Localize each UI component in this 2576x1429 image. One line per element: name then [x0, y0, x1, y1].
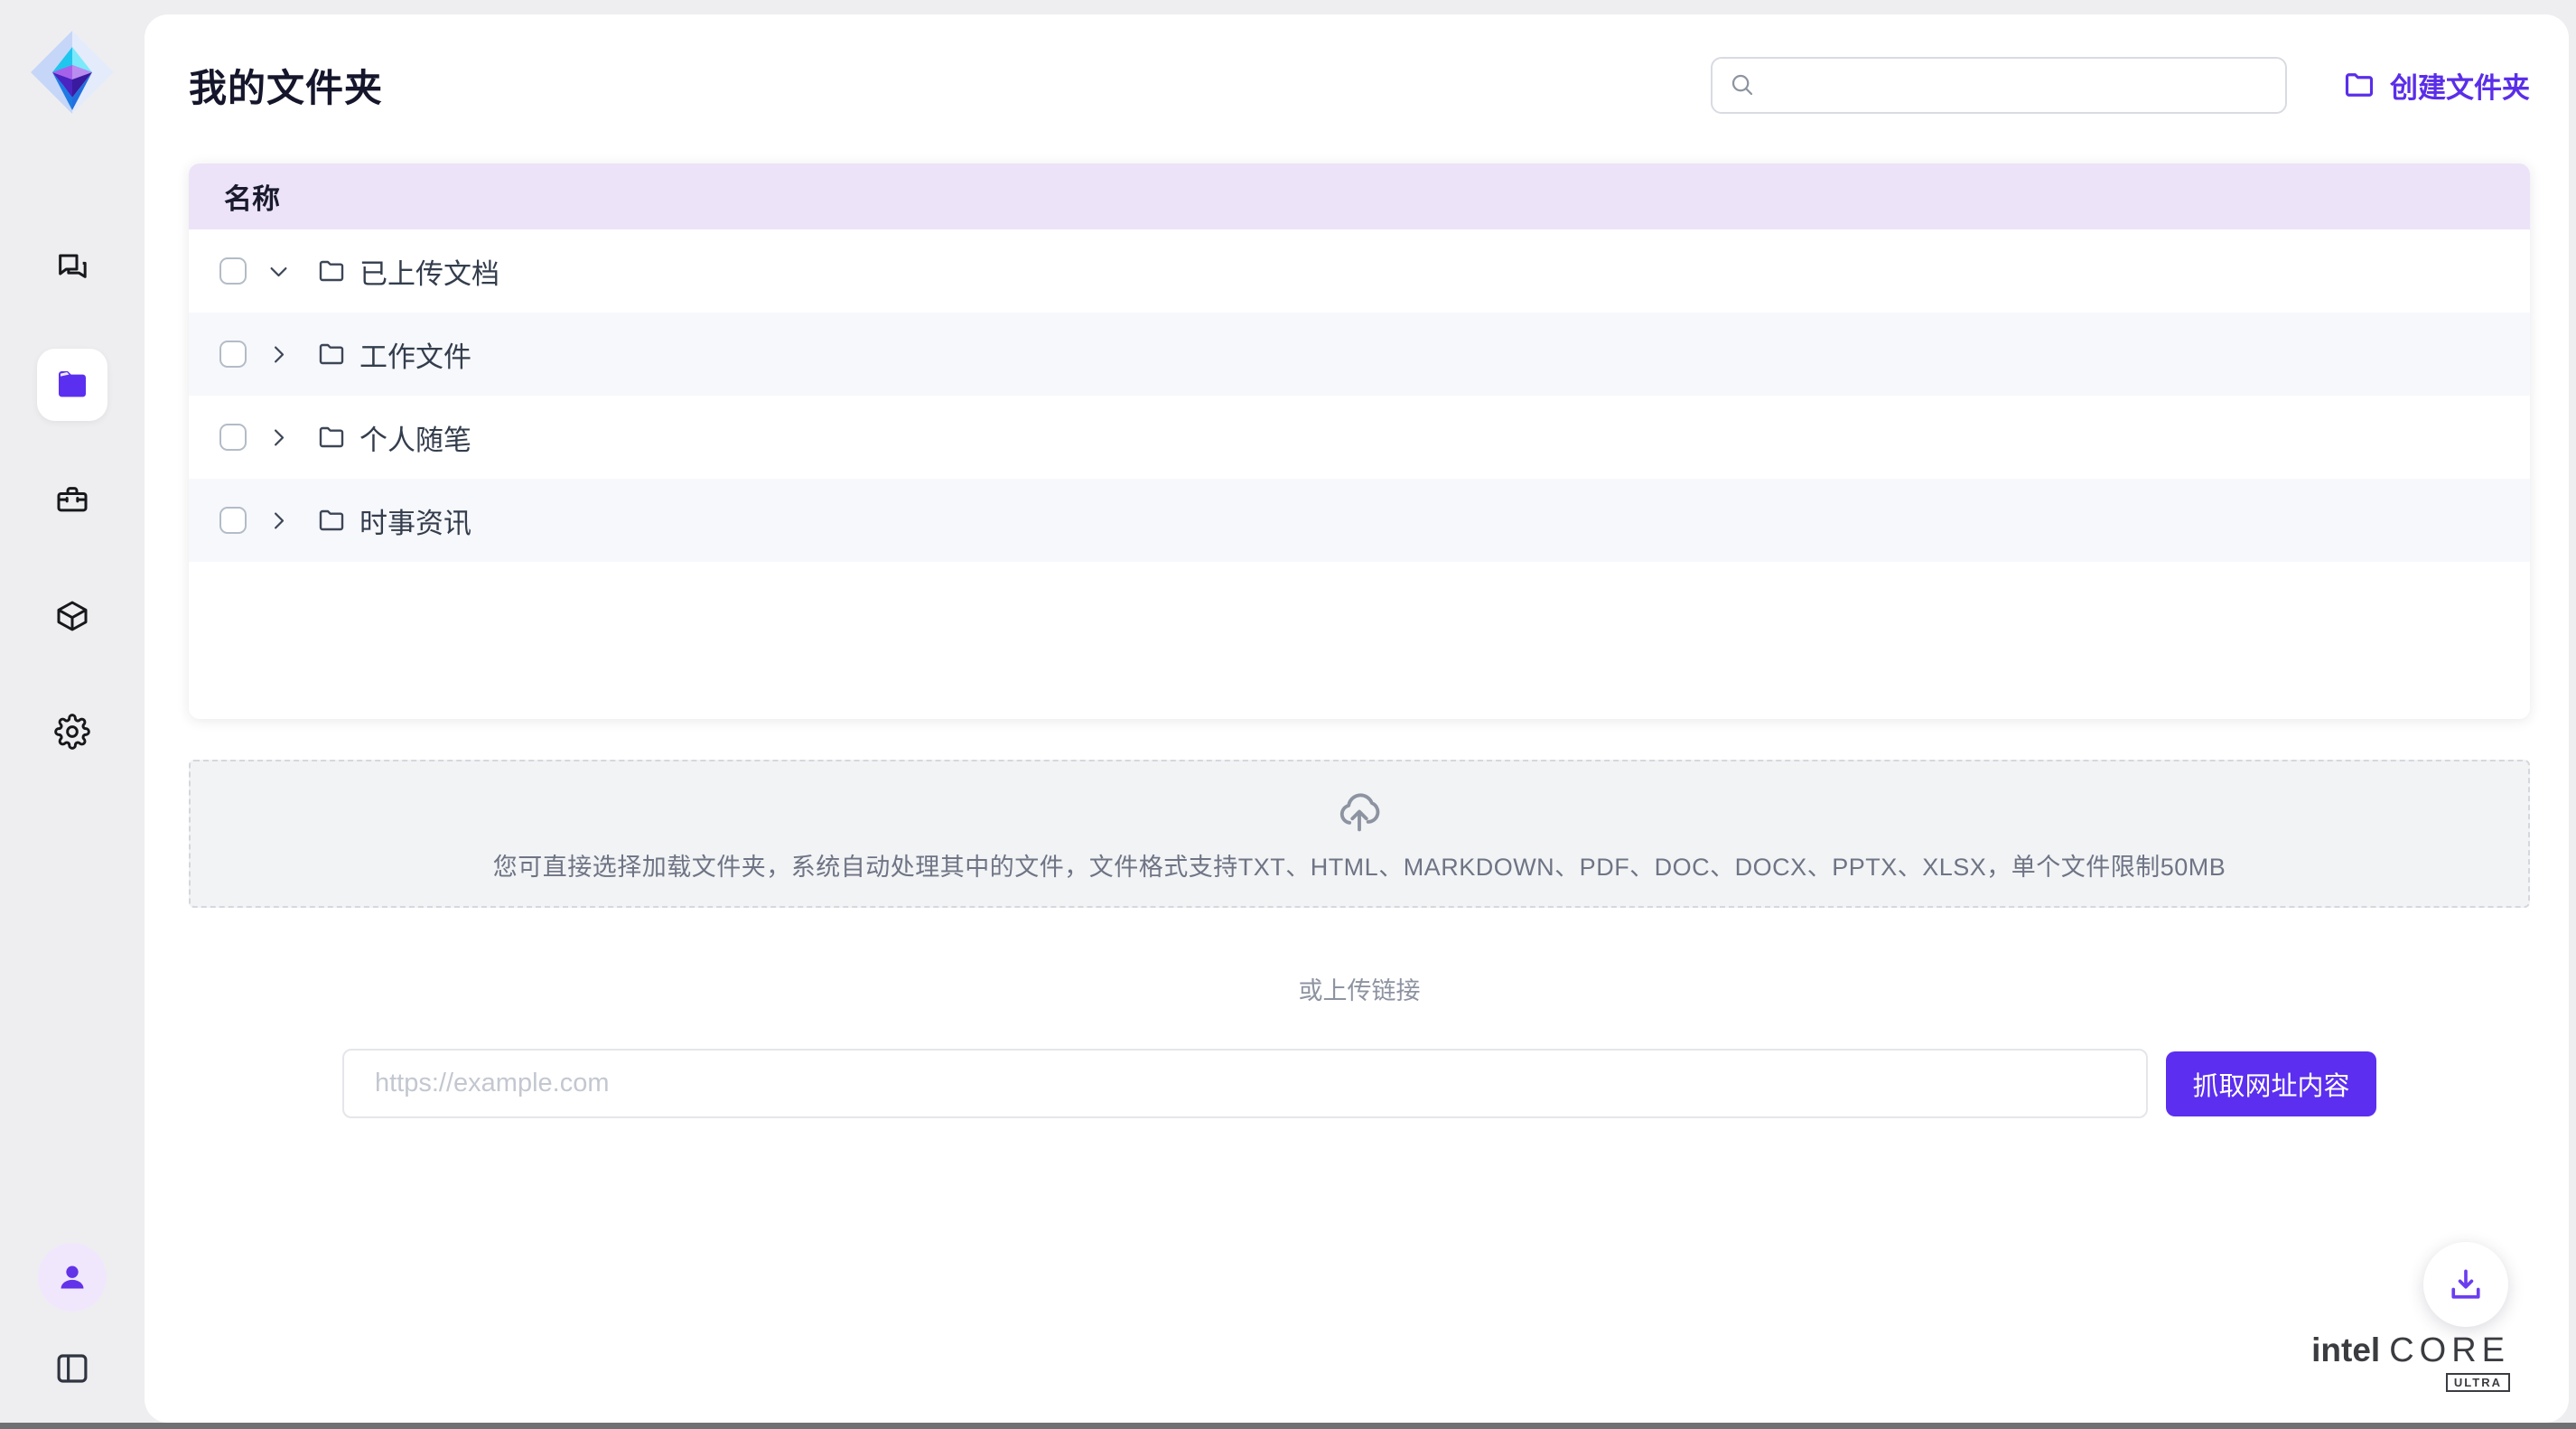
table-header-row: 名称	[189, 163, 2530, 229]
sidebar-item-toolbox[interactable]	[37, 464, 107, 537]
create-folder-label: 创建文件夹	[2390, 65, 2530, 106]
chevron-down-icon[interactable]	[266, 259, 291, 284]
search-box[interactable]	[1711, 57, 2287, 114]
table-row[interactable]: 工作文件	[189, 313, 2530, 396]
fetch-url-button[interactable]: 抓取网址内容	[2166, 1051, 2376, 1116]
user-avatar[interactable]	[38, 1243, 107, 1312]
intel-wordmark: intel	[2311, 1331, 2380, 1369]
sidebar-item-models[interactable]	[37, 580, 107, 652]
person-icon	[54, 1259, 90, 1295]
page-header: 我的文件夹 创建文件夹	[189, 56, 2530, 114]
folder-icon	[317, 340, 346, 369]
intel-core-ultra-logo: intel CORE ULTRA	[2311, 1331, 2510, 1370]
search-input[interactable]	[1767, 59, 2269, 112]
folder-table: 名称 已上传文档 工作文件	[189, 163, 2530, 719]
sidebar-collapse-toggle[interactable]	[53, 1350, 91, 1387]
folder-name-label: 个人随笔	[359, 417, 471, 458]
toolbox-icon	[54, 482, 90, 518]
ultra-badge: ULTRA	[2446, 1373, 2510, 1392]
sidebar-item-folders[interactable]	[37, 349, 107, 421]
table-row[interactable]: 已上传文档	[189, 229, 2530, 313]
table-row[interactable]: 时事资讯	[189, 479, 2530, 562]
url-upload-row: 抓取网址内容	[189, 1049, 2530, 1118]
panel-toggle-icon	[53, 1350, 91, 1387]
search-icon	[1729, 71, 1756, 98]
folder-plus-icon	[2343, 69, 2375, 101]
gear-icon	[54, 714, 90, 750]
core-wordmark: CORE	[2389, 1331, 2510, 1370]
app-logo-icon	[27, 27, 117, 117]
chevron-right-icon[interactable]	[266, 509, 291, 533]
table-body: 已上传文档 工作文件 个人随笔	[189, 229, 2530, 562]
folder-icon	[54, 367, 90, 403]
create-folder-button[interactable]: 创建文件夹	[2343, 65, 2530, 106]
chevron-right-icon[interactable]	[266, 342, 291, 367]
cloud-upload-icon	[1333, 786, 1386, 838]
folder-name-label: 已上传文档	[359, 251, 499, 292]
table-row[interactable]: 个人随笔	[189, 396, 2530, 479]
chevron-right-icon[interactable]	[266, 425, 291, 450]
upload-hint-text: 您可直接选择加载文件夹，系统自动处理其中的文件，文件格式支持TXT、HTML、M…	[493, 847, 2226, 883]
folder-name-label: 工作文件	[359, 334, 471, 375]
sidebar	[0, 0, 145, 1429]
cube-icon	[54, 598, 90, 634]
row-checkbox[interactable]	[219, 341, 247, 368]
folder-name-label: 时事资讯	[359, 500, 471, 541]
page-title: 我的文件夹	[189, 58, 383, 113]
column-header-name: 名称	[224, 176, 280, 217]
main-panel: 我的文件夹 创建文件夹 名称	[145, 14, 2569, 1423]
download-icon	[2446, 1265, 2486, 1304]
url-input[interactable]	[342, 1049, 2148, 1118]
sidebar-item-settings[interactable]	[37, 696, 107, 768]
row-checkbox[interactable]	[219, 424, 247, 451]
chat-icon	[54, 251, 90, 287]
row-checkbox[interactable]	[219, 257, 247, 285]
folder-icon	[317, 506, 346, 535]
sidebar-item-chat[interactable]	[37, 233, 107, 305]
sidebar-nav	[37, 233, 107, 811]
download-fab-button[interactable]	[2423, 1242, 2508, 1327]
folder-icon	[317, 423, 346, 452]
window-bottom-edge	[0, 1423, 2576, 1429]
folder-icon	[317, 257, 346, 285]
or-upload-link-label: 或上传链接	[189, 971, 2530, 1006]
upload-dropzone[interactable]: 您可直接选择加载文件夹，系统自动处理其中的文件，文件格式支持TXT、HTML、M…	[189, 760, 2530, 908]
row-checkbox[interactable]	[219, 507, 247, 534]
